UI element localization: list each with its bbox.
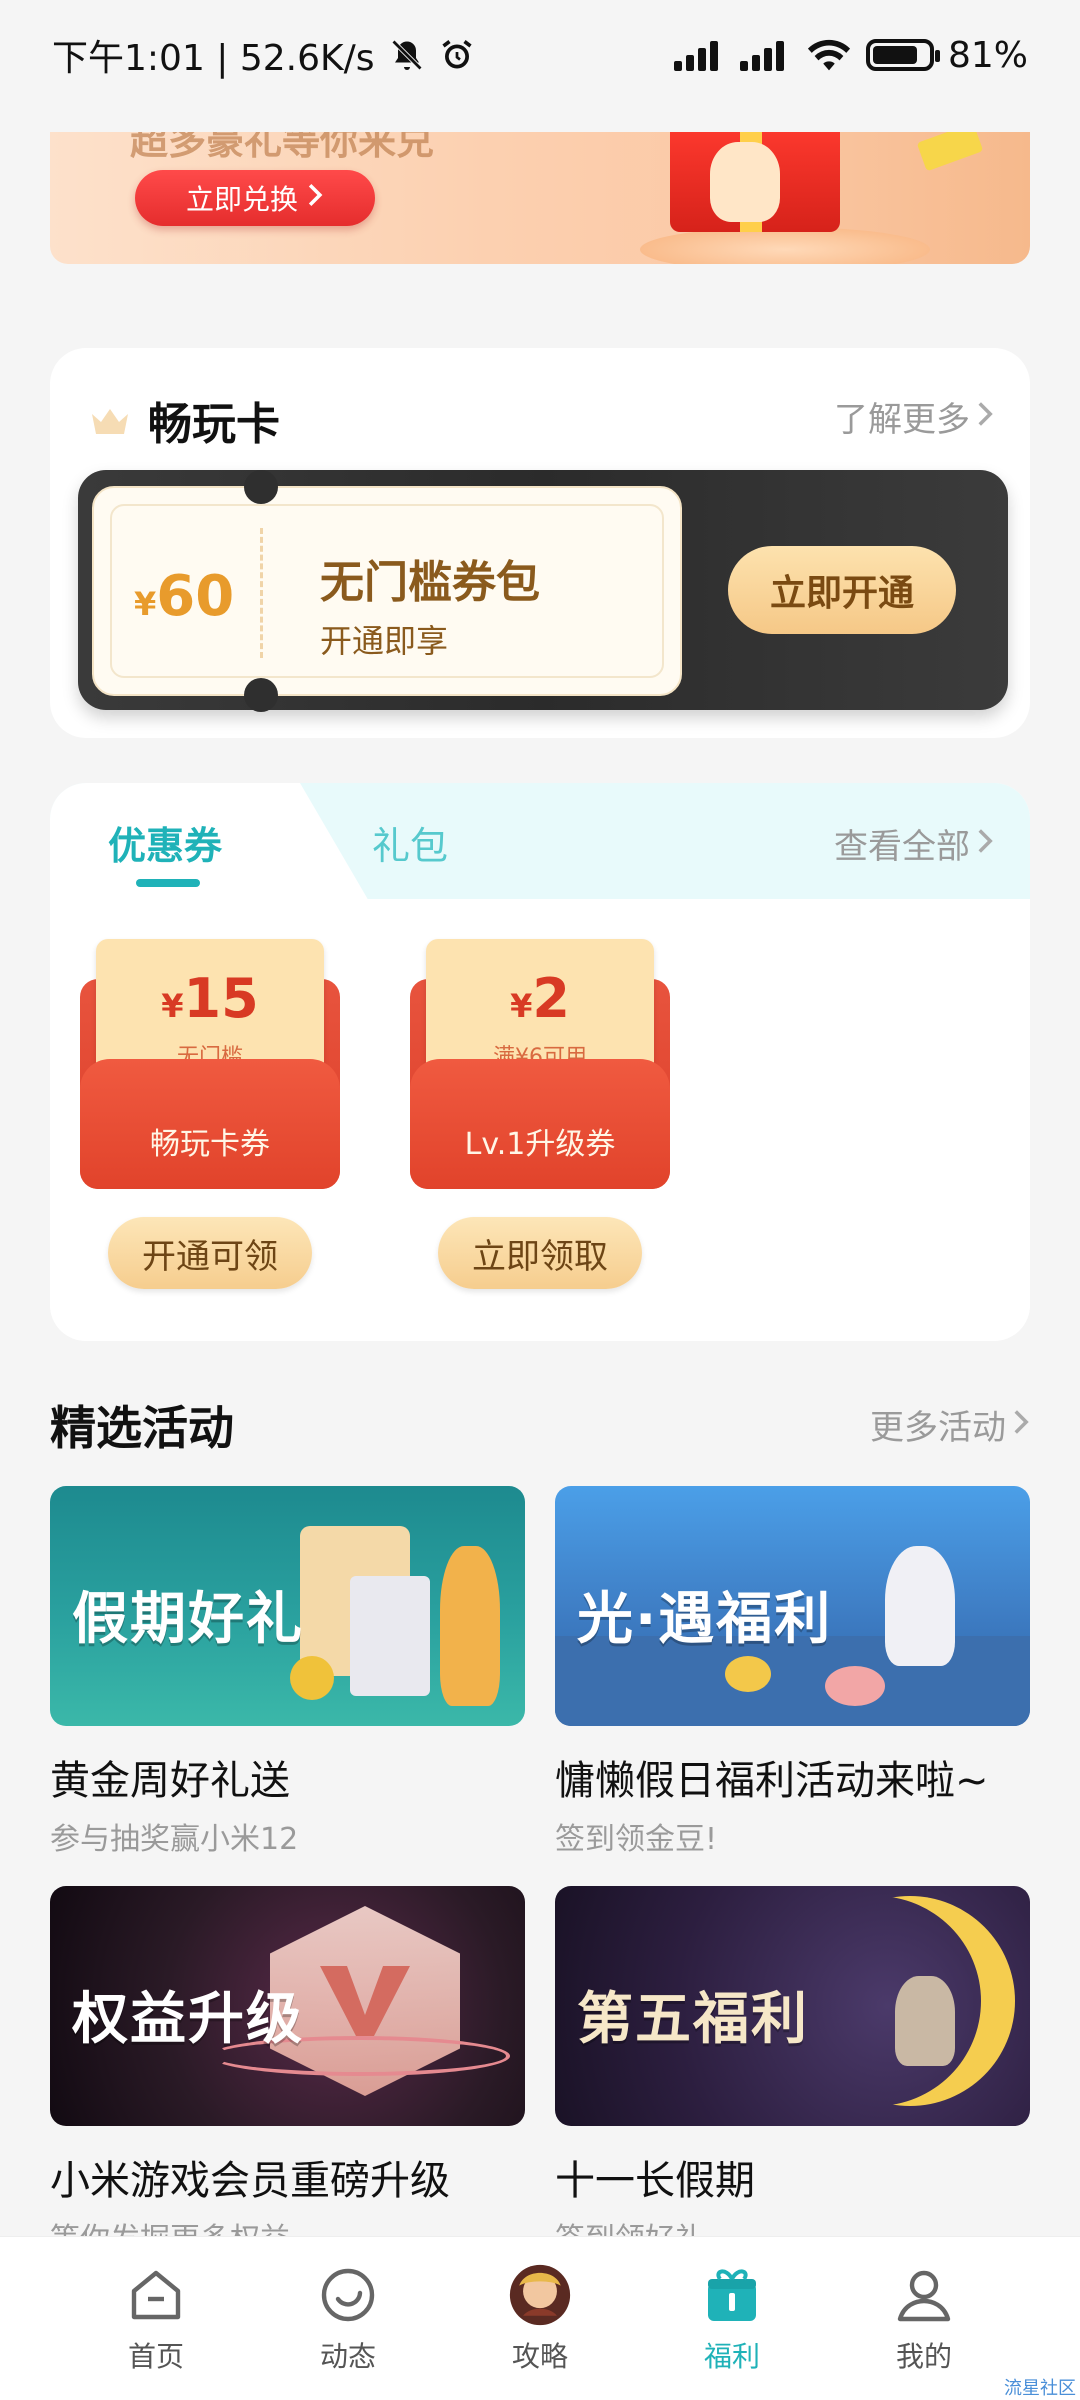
activity-image: 第五福利	[555, 1886, 1030, 2126]
tab-underline	[136, 879, 200, 887]
moments-icon	[316, 2263, 380, 2327]
guide-avatar-icon	[508, 2263, 572, 2327]
activity-title: 十一长假期	[555, 2158, 755, 2204]
activity-card[interactable]: 第五福利 十一长假期 签到领好礼	[555, 1886, 1030, 2258]
nav-item-profile[interactable]: 我的	[854, 2263, 994, 2375]
learn-more-link[interactable]: 了解更多	[834, 392, 994, 441]
status-left: 下午1:01 | 52.6K/s	[52, 29, 475, 81]
nav-label-guides: 攻略	[511, 2339, 568, 2373]
nav-item-welfare[interactable]: 福利	[662, 2263, 802, 2375]
exchange-banner[interactable]: 超多豪礼等你来兑 立即兑换	[50, 132, 1030, 264]
activity-card[interactable]: 假期好礼 黄金周好礼送 参与抽奖赢小米12	[50, 1486, 525, 1858]
tab-coupons[interactable]: 优惠券	[108, 815, 222, 870]
status-bar: 下午1:01 | 52.6K/s 81%	[0, 0, 1080, 110]
nav-item-moments[interactable]: 动态	[278, 2263, 418, 2375]
signal-icon	[673, 39, 726, 71]
coupon-name: 畅玩卡券	[150, 1127, 270, 1162]
coupon-name: Lv.1升级券	[464, 1127, 616, 1162]
battery-percent: 81%	[947, 34, 1028, 76]
more-activities-label: 更多活动	[870, 1408, 1006, 1448]
nav-label-profile: 我的	[895, 2339, 952, 2373]
nav-label-home: 首页	[127, 2339, 184, 2373]
nav-label-welfare: 福利	[703, 2339, 760, 2373]
nav-item-guides[interactable]: 攻略	[470, 2263, 610, 2375]
chevron-right-icon	[1012, 1405, 1030, 1445]
coupon-card[interactable]: ¥2 满¥6可用 Lv.1升级券	[410, 939, 670, 1189]
watermark: 流星社区	[1004, 2378, 1076, 2399]
status-time-speed: 下午1:01 | 52.6K/s	[52, 38, 375, 79]
activity-subtitle: 参与抽奖赢小米12	[50, 1822, 299, 1857]
activity-title: 黄金周好礼送	[50, 1758, 290, 1804]
open-now-button[interactable]: 立即开通	[728, 546, 956, 634]
ticket-price: ¥ 60	[134, 564, 234, 629]
gift-icon	[700, 2263, 764, 2327]
claim-now-button[interactable]: 立即领取	[438, 1217, 642, 1289]
activity-title: 慵懒假日福利活动来啦~	[555, 1758, 989, 1804]
changwan-card-section: 畅玩卡 了解更多 ¥ 60 无门槛券包 开通即享 立即开通	[50, 348, 1030, 738]
activity-image: 假期好礼	[50, 1486, 525, 1726]
activity-image-text: 权益升级	[72, 1987, 304, 2052]
bottom-nav: 首页 动态 攻略 福利 我的 流星社区	[0, 2236, 1080, 2400]
activity-image-text: 光·遇福利	[577, 1587, 833, 1652]
banner-faded-text: 超多豪礼等你来兑	[130, 132, 435, 163]
activity-card[interactable]: 光·遇福利 慵懒假日福利活动来啦~ 签到领金豆!	[555, 1486, 1030, 1858]
coupons-section: 优惠券 礼包 查看全部 ¥15 无门槛 畅玩卡券 开通可领 ¥2 满¥6可用 L…	[50, 783, 1030, 1341]
coupon-value: ¥2	[410, 967, 670, 1030]
activity-image: 权益升级	[50, 1886, 525, 2126]
view-all-label: 查看全部	[834, 827, 970, 867]
exchange-button[interactable]: 立即兑换	[135, 170, 375, 226]
nav-item-home[interactable]: 首页	[86, 2263, 226, 2375]
ticket-title: 无门槛券包	[320, 557, 540, 608]
view-all-link[interactable]: 查看全部	[834, 819, 994, 868]
activity-title: 小米游戏会员重磅升级	[50, 2158, 450, 2204]
gift-illustration	[610, 132, 984, 264]
activity-card[interactable]: 权益升级 小米游戏会员重磅升级 等你发掘更多权益	[50, 1886, 525, 2258]
home-icon	[124, 2263, 188, 2327]
coupons-list: ¥15 无门槛 畅玩卡券 开通可领 ¥2 满¥6可用 Lv.1升级券 立即领取	[50, 899, 1030, 1341]
activity-subtitle: 签到领金豆!	[555, 1822, 718, 1857]
vip-coupon-pack-banner[interactable]: ¥ 60 无门槛券包 开通即享 立即开通	[78, 470, 1008, 712]
coupon-amount: 15	[183, 967, 259, 1030]
nav-label-moments: 动态	[319, 2339, 376, 2373]
learn-more-label: 了解更多	[834, 400, 970, 440]
chevron-right-icon	[976, 397, 994, 437]
activity-image-text: 假期好礼	[72, 1587, 304, 1652]
battery-icon	[865, 39, 940, 71]
signal-icon-2	[739, 39, 792, 71]
tab-gift-packs[interactable]: 礼包	[372, 815, 448, 870]
coupon-amount: 2	[532, 967, 570, 1030]
chevron-right-icon	[306, 182, 324, 215]
vip-header: 畅玩卡	[90, 388, 280, 452]
vip-title: 畅玩卡	[148, 399, 280, 450]
chevron-right-icon	[976, 824, 994, 864]
coupon-value: ¥15	[80, 967, 340, 1030]
alarm-icon	[439, 37, 475, 73]
exchange-button-label: 立即兑换	[185, 183, 298, 216]
claim-after-open-button[interactable]: 开通可领	[108, 1217, 312, 1289]
activity-image: 光·遇福利	[555, 1486, 1030, 1726]
user-icon	[892, 2263, 956, 2327]
ticket-currency: ¥	[134, 585, 157, 623]
coupon-currency: ¥	[161, 987, 184, 1025]
wifi-icon	[806, 37, 852, 73]
crown-icon	[90, 406, 130, 434]
ticket-amount: 60	[156, 564, 235, 629]
coupon-ticket: ¥ 60 无门槛券包 开通即享	[92, 470, 682, 712]
ticket-subtitle: 开通即享	[320, 622, 449, 660]
activity-image-text: 第五福利	[577, 1987, 809, 2052]
mute-bell-icon	[389, 37, 425, 73]
status-right: 81%	[673, 34, 1028, 76]
coupon-currency: ¥	[510, 987, 533, 1025]
more-activities-link[interactable]: 更多活动	[870, 1400, 1030, 1449]
featured-title: 精选活动	[50, 1401, 234, 1455]
coupon-card[interactable]: ¥15 无门槛 畅玩卡券	[80, 939, 340, 1189]
